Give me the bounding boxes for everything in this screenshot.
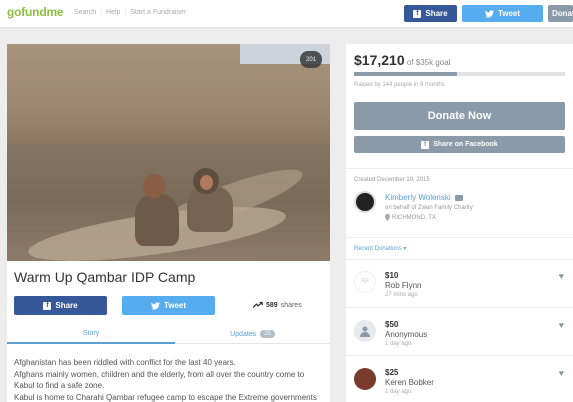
funding-panel: $17,210 of $35k goal Raised by 144 peopl… bbox=[346, 44, 573, 168]
header-donate-button[interactable]: Donate bbox=[548, 5, 573, 22]
heart-icon[interactable]: ♥ bbox=[559, 368, 564, 378]
progress-fill bbox=[354, 72, 458, 76]
campaign-tabs: Story Updates 25 bbox=[7, 324, 330, 344]
donation-time: 1 day ago bbox=[385, 341, 412, 347]
recent-donations-dropdown[interactable]: Recent Donations ▾ bbox=[354, 245, 406, 252]
donor-name: Rob Flynn bbox=[385, 281, 422, 290]
story-line: Afghanistan has been riddled with confli… bbox=[14, 358, 236, 367]
location: RICHMOND, TX bbox=[385, 214, 436, 221]
photo-like-heart-icon[interactable]: 201 bbox=[300, 51, 322, 68]
nav-help[interactable]: Help bbox=[106, 9, 120, 16]
story-line: Afghans mainly women, children and the e… bbox=[14, 369, 305, 391]
facebook-icon: f bbox=[413, 9, 422, 18]
twitter-icon bbox=[150, 301, 160, 310]
campaign-title: Warm Up Qambar IDP Camp bbox=[14, 269, 196, 285]
heart-icon[interactable]: ♥ bbox=[559, 271, 564, 281]
donation-amount: $50 bbox=[385, 320, 399, 329]
share-on-facebook-button[interactable]: f Share on Facebook bbox=[354, 136, 565, 153]
facebook-icon: f bbox=[43, 301, 52, 310]
donation-amount: $10 bbox=[385, 271, 399, 280]
story-line: Kabul is home to Charahi Qambar refugee … bbox=[14, 392, 317, 402]
donor-avatar: RF bbox=[354, 271, 376, 293]
raised-meta: Raised by 144 people in 8 months bbox=[354, 82, 445, 88]
header-tweet-button[interactable]: Tweet bbox=[462, 5, 543, 22]
anonymous-user-icon bbox=[354, 320, 376, 342]
donate-now-button[interactable]: Donate Now bbox=[354, 102, 565, 130]
donation-amount: $25 bbox=[385, 368, 399, 377]
tweet-button[interactable]: Tweet bbox=[122, 296, 215, 315]
donor-name: Anonymous bbox=[385, 330, 428, 339]
story-text: Afghanistan has been riddled with confli… bbox=[14, 357, 326, 402]
donation-item: $50 Anonymous 1 day ago ♥ bbox=[346, 310, 573, 355]
twitter-icon bbox=[484, 9, 494, 18]
donor-avatar bbox=[354, 368, 376, 390]
tab-updates[interactable]: Updates 25 bbox=[175, 324, 330, 344]
created-date: Created December 19, 2015 bbox=[354, 177, 430, 183]
nav-search[interactable]: Search bbox=[74, 9, 96, 16]
on-behalf-text: on behalf of Zwan Family Charity bbox=[385, 205, 473, 211]
nav-start-fundraiser[interactable]: Start a Fundraiser bbox=[130, 9, 186, 16]
organizer-name-link[interactable]: Kimberly Wolenski bbox=[385, 193, 463, 202]
campaign-photo bbox=[7, 44, 330, 261]
mail-icon[interactable] bbox=[454, 194, 463, 201]
organizer-panel: Created December 19, 2015 Kimberly Wolen… bbox=[346, 168, 573, 402]
updates-count-badge: 25 bbox=[260, 330, 275, 338]
donation-time: 1 day ago bbox=[385, 389, 412, 395]
heart-icon[interactable]: ♥ bbox=[559, 320, 564, 330]
progress-bar bbox=[354, 72, 565, 76]
top-nav: Search | Help | Start a Fundraiser bbox=[74, 9, 187, 16]
trending-up-icon bbox=[253, 301, 263, 308]
donation-time: 27 mins ago bbox=[385, 292, 418, 298]
donor-name: Keren Bobker bbox=[385, 378, 434, 387]
tab-story[interactable]: Story bbox=[7, 324, 175, 344]
raised-summary: $17,210 of $35k goal bbox=[354, 52, 450, 68]
goal-text: of $35k goal bbox=[406, 58, 451, 67]
chevron-down-icon: ▾ bbox=[403, 246, 407, 252]
raised-amount: $17,210 bbox=[354, 52, 405, 68]
shares-count: 589 shares bbox=[253, 301, 302, 309]
share-button[interactable]: f Share bbox=[14, 296, 107, 315]
campaign-panel: Warm Up Qambar IDP Camp f Share Tweet 58… bbox=[7, 261, 330, 402]
donation-item: RF $10 Rob Flynn 27 mins ago ♥ bbox=[346, 261, 573, 306]
map-pin-icon bbox=[385, 214, 390, 221]
organizer-avatar bbox=[354, 191, 376, 213]
facebook-icon: f bbox=[421, 140, 430, 149]
header-share-button[interactable]: f Share bbox=[404, 5, 457, 22]
donation-item: $25 Keren Bobker 1 day ago ♥ bbox=[346, 358, 573, 402]
gofundme-logo[interactable]: gofundme bbox=[7, 5, 64, 19]
top-bar: gofundme Search | Help | Start a Fundrai… bbox=[0, 0, 573, 28]
